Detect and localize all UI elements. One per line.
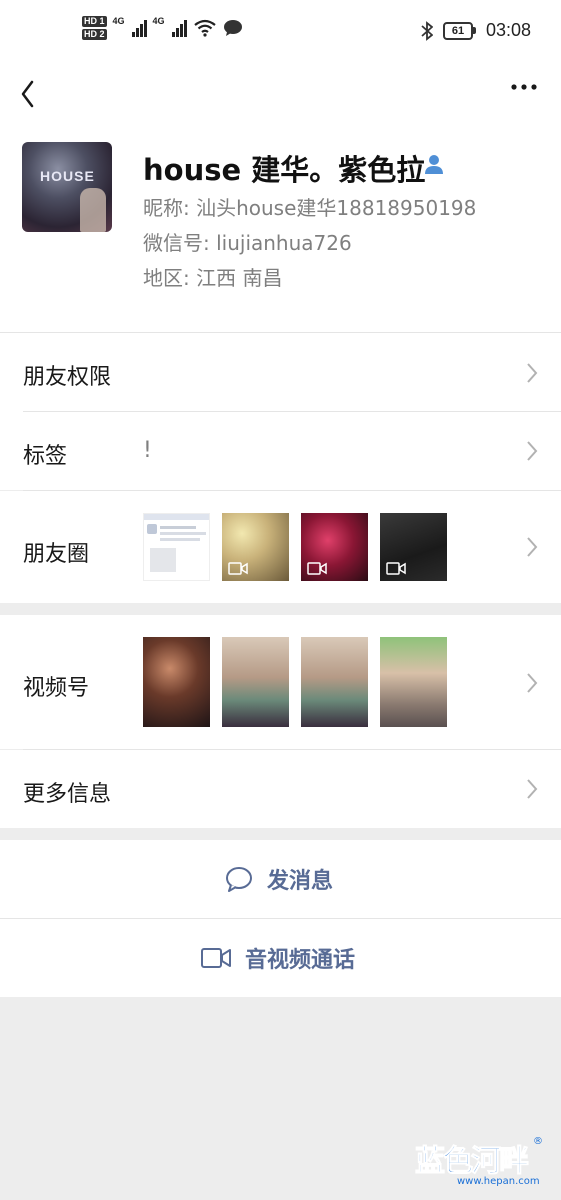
wechat-id: 微信号: liujianhua726 <box>143 231 352 255</box>
signal-icon-1 <box>131 19 147 37</box>
clock: 03:08 <box>485 20 531 40</box>
channels-label: 视频号 <box>23 676 90 701</box>
hd1-badge: HD 1 <box>82 16 107 27</box>
chevron-right-icon <box>527 779 538 799</box>
tags-label: 标签 <box>23 444 68 469</box>
channels-thumb-1 <box>143 637 210 727</box>
more-info-label: 更多信息 <box>23 782 112 807</box>
watermark-registered-mark: ® <box>533 1136 543 1147</box>
chat-notification-icon <box>223 20 242 36</box>
tags-value: ! <box>143 438 152 463</box>
battery-indicator: 61 <box>442 21 476 40</box>
watermark-logo: 蓝色河畔 ® www.hepan.com <box>415 1136 545 1192</box>
moments-thumb-1 <box>143 513 210 581</box>
profile-header: HOUSE house 建华。紫色拉 昵称: 汕头house建华18818950… <box>0 122 561 332</box>
send-message-button[interactable]: 发消息 <box>0 840 561 918</box>
hd2-badge: HD 2 <box>82 29 107 40</box>
battery-level: 61 <box>442 21 473 40</box>
moments-thumb-2 <box>222 513 289 581</box>
friend-permissions-label: 朋友权限 <box>23 365 112 390</box>
avatar[interactable]: HOUSE <box>22 142 112 232</box>
channels-thumb-4 <box>380 637 447 727</box>
channels-thumb-2 <box>222 637 289 727</box>
signal-icon-2 <box>171 19 187 37</box>
status-bar: HD 1 HD 2 4G 4G 61 03:08 <box>0 0 561 62</box>
row-tags[interactable]: 标签 ! <box>0 412 561 490</box>
watermark-text: 蓝色河畔 <box>415 1144 530 1180</box>
video-icon <box>228 562 248 575</box>
moments-label: 朋友圈 <box>23 542 90 567</box>
contact-name: house 建华。紫色拉 <box>143 153 426 187</box>
network-label-1: 4G <box>112 16 125 26</box>
chevron-right-icon <box>527 537 538 557</box>
video-call-label: 音视频通话 <box>245 948 356 973</box>
battery-tip <box>472 27 476 34</box>
avatar-person <box>80 188 106 232</box>
video-camera-icon <box>201 948 231 968</box>
chevron-right-icon <box>527 441 538 461</box>
video-icon <box>307 562 327 575</box>
hd-badges: HD 1 HD 2 <box>82 16 107 40</box>
moments-thumb-4 <box>380 513 447 581</box>
row-channels[interactable]: 视频号 <box>0 615 561 749</box>
watermark-url: www.hepan.com <box>457 1176 540 1187</box>
moments-thumb-3 <box>301 513 368 581</box>
back-icon[interactable] <box>14 70 44 110</box>
more-options-icon[interactable] <box>509 74 539 104</box>
chevron-right-icon <box>527 673 538 693</box>
video-icon <box>386 562 406 575</box>
status-right: 61 03:08 <box>421 20 531 41</box>
send-message-label: 发消息 <box>267 869 334 894</box>
avatar-sign-text: HOUSE <box>40 168 95 184</box>
channels-thumb-3 <box>301 637 368 727</box>
network-label-2: 4G <box>152 16 165 26</box>
region: 地区: 江西 南昌 <box>143 266 283 290</box>
wifi-icon <box>193 19 216 37</box>
video-call-content: 音视频通话 <box>201 919 355 997</box>
contact-person-icon <box>425 155 443 174</box>
chevron-right-icon <box>527 363 538 383</box>
row-moments[interactable]: 朋友圈 <box>0 491 561 603</box>
row-more-info[interactable]: 更多信息 <box>0 750 561 828</box>
video-call-button[interactable]: 音视频通话 <box>0 919 561 997</box>
chat-bubble-icon <box>226 867 252 892</box>
nickname: 昵称: 汕头house建华18818950198 <box>143 196 477 220</box>
send-message-content: 发消息 <box>225 840 333 918</box>
navigation-bar <box>0 62 561 122</box>
bluetooth-icon <box>421 20 433 41</box>
status-left: HD 1 HD 2 4G 4G <box>82 16 243 40</box>
row-friend-permissions[interactable]: 朋友权限 <box>0 332 561 413</box>
